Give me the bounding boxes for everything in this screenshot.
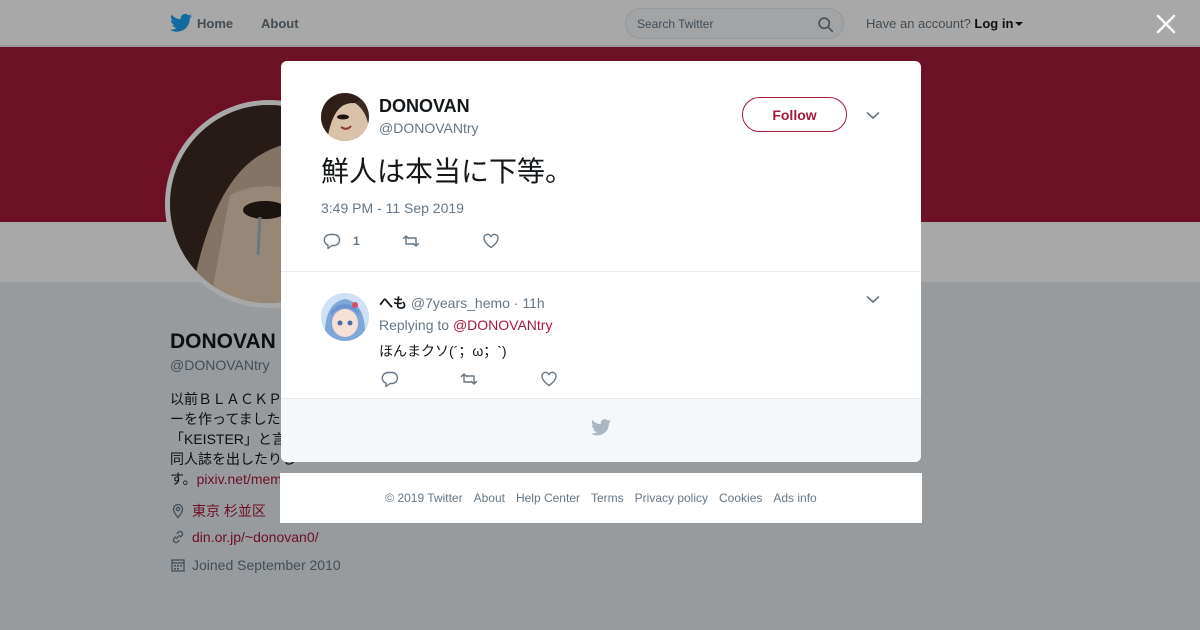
- reply-author-avatar[interactable]: [321, 293, 369, 341]
- footer-privacy-link[interactable]: Privacy policy: [635, 491, 708, 505]
- replying-to-link[interactable]: @DONOVANtry: [453, 317, 553, 333]
- site-footer: © 2019 Twitter About Help Center Terms P…: [280, 473, 922, 523]
- reply-retweet-action[interactable]: [460, 370, 478, 388]
- tweet-author-name[interactable]: DONOVAN: [379, 96, 470, 117]
- footer-about-link[interactable]: About: [474, 491, 505, 505]
- retweet-icon[interactable]: [460, 370, 478, 388]
- reply-like-action[interactable]: [540, 370, 558, 388]
- reply-author-handle[interactable]: @7years_hemo: [411, 295, 510, 311]
- reply-count: 1: [353, 234, 360, 248]
- tweet-author-handle[interactable]: @DONOVANtry: [379, 120, 479, 136]
- footer-help-center-link[interactable]: Help Center: [516, 491, 580, 505]
- reply-text: ほんまクソ(´；ω；`): [379, 343, 507, 359]
- reply-reply-action[interactable]: [381, 370, 399, 388]
- reply-header: へも @7years_hemo · 11h: [379, 293, 545, 313]
- footer-copyright: © 2019 Twitter: [385, 491, 463, 505]
- retweet-icon[interactable]: [402, 232, 420, 250]
- follow-button[interactable]: Follow: [742, 97, 847, 132]
- chevron-down-icon[interactable]: [866, 111, 880, 120]
- like-action[interactable]: [482, 232, 500, 250]
- reply-action[interactable]: 1: [323, 232, 360, 250]
- retweet-action[interactable]: [402, 232, 420, 250]
- chevron-down-icon[interactable]: [866, 295, 880, 304]
- close-icon[interactable]: [1155, 13, 1177, 35]
- modal-footer: [281, 398, 921, 462]
- replying-to-prefix: Replying to: [379, 317, 450, 333]
- like-icon[interactable]: [482, 232, 500, 250]
- tweet-author-avatar[interactable]: [321, 93, 369, 141]
- footer-cookies-link[interactable]: Cookies: [719, 491, 762, 505]
- reply-icon[interactable]: [323, 232, 341, 250]
- footer-terms-link[interactable]: Terms: [591, 491, 624, 505]
- reply-author-name[interactable]: へも: [379, 295, 407, 311]
- reply-icon[interactable]: [381, 370, 399, 388]
- reply-age[interactable]: 11h: [522, 295, 544, 311]
- like-icon[interactable]: [540, 370, 558, 388]
- divider: [281, 271, 921, 272]
- tweet-timestamp[interactable]: 3:49 PM - 11 Sep 2019: [321, 200, 464, 216]
- tweet-text: 鮮人は本当に下等。: [321, 155, 574, 188]
- replying-to: Replying to @DONOVANtry: [379, 317, 552, 333]
- twitter-bird-icon: [591, 419, 611, 436]
- footer-ads-info-link[interactable]: Ads info: [773, 491, 816, 505]
- reply-dot: ·: [513, 295, 519, 311]
- tweet-modal: DONOVAN @DONOVANtry Follow 鮮人は本当に下等。 3:4…: [281, 61, 921, 462]
